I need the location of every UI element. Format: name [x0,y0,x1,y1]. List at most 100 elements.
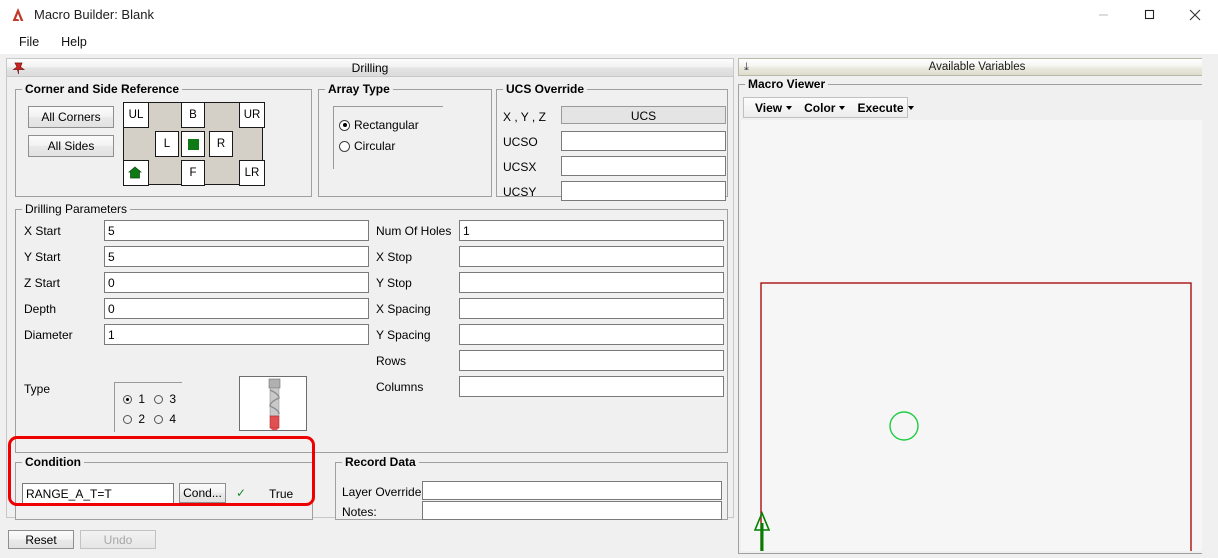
green-check-icon: ✓ [236,486,246,500]
rows-input[interactable] [459,350,724,371]
type-radio-box: 1 3 2 4 [114,382,182,432]
reference-grid: UL B UR L R F LR [123,102,263,185]
ucsx-input[interactable] [561,156,726,176]
ucso-label: UCSO [503,135,538,149]
ucsx-label: UCSX [503,160,536,174]
type-radio-4[interactable]: 4 [154,412,176,426]
x-start-input[interactable] [104,220,369,241]
x-spacing-input[interactable] [459,298,724,319]
ref-cell-front[interactable]: F [181,160,205,186]
condition-button[interactable]: Cond... [179,483,226,503]
diameter-input[interactable] [104,324,369,345]
menu-help[interactable]: Help [50,32,98,52]
type-radio-2[interactable]: 2 [123,412,145,426]
type-radio-4-dot [154,415,163,424]
columns-label: Columns [376,380,423,394]
close-button[interactable] [1172,0,1218,29]
y-start-input[interactable] [104,246,369,267]
type-radio-1-label: 1 [138,392,145,406]
menu-file[interactable]: File [8,32,50,52]
ucsy-input[interactable] [561,181,726,201]
viewport-scroll-gutter[interactable] [1202,58,1216,554]
radio-circular[interactable]: Circular [339,139,395,153]
available-variables-bar[interactable]: ⤓ Available Variables [738,58,1216,76]
y-spacing-label: Y Spacing [376,328,431,342]
type-radio-3[interactable]: 3 [154,392,176,406]
undo-button: Undo [80,530,156,549]
macro-viewer-group: Macro Viewer View Color Execute [738,84,1216,554]
ref-cell-center[interactable] [181,131,205,157]
type-radio-2-label: 2 [138,412,145,426]
depth-input[interactable] [104,298,369,319]
toolbar-execute-menu[interactable]: Execute [851,99,919,117]
depth-label: Depth [24,302,56,316]
corner-and-side-reference-group: Corner and Side Reference All Corners Al… [15,89,312,197]
double-chevron-down-icon[interactable]: ⤓ [744,61,749,73]
x-stop-input[interactable] [459,246,724,267]
num-of-holes-input[interactable] [459,220,724,241]
type-radio-2-dot [123,415,132,424]
record-data-title: Record Data [342,455,419,469]
maximize-button[interactable] [1126,0,1172,29]
type-radio-1[interactable]: 1 [123,392,145,406]
macro-viewer-title: Macro Viewer [745,77,828,91]
toolbar-view-label: View [755,101,782,115]
condition-input[interactable] [22,483,174,505]
cad-viewport[interactable] [741,120,1213,551]
chevron-down-icon [786,106,792,110]
ref-cell-upper-left[interactable]: UL [123,102,149,128]
ref-cell-right[interactable]: R [209,131,233,157]
array-type-title: Array Type [325,82,393,96]
xyz-label: X , Y , Z [503,110,546,124]
pushpin-icon[interactable] [11,61,27,76]
y-start-label: Y Start [24,250,60,264]
reset-button[interactable]: Reset [8,530,74,549]
toolbar-view-menu[interactable]: View [749,99,798,117]
window-controls [1080,0,1218,29]
drilling-parameters-title: Drilling Parameters [22,202,130,216]
z-start-label: Z Start [24,276,60,290]
radio-rectangular[interactable]: Rectangular [339,118,419,132]
type-label: Type [24,382,50,396]
ucso-input[interactable] [561,131,726,151]
available-variables-label: Available Variables [929,61,1026,73]
x-spacing-label: X Spacing [376,302,431,316]
home-icon [128,166,144,180]
y-stop-input[interactable] [459,272,724,293]
condition-title: Condition [22,455,84,469]
type-radio-1-dot [123,395,132,404]
notes-label: Notes: [342,505,377,519]
ucs-override-title: UCS Override [503,82,587,96]
ucs-button[interactable]: UCS [561,106,726,124]
ref-cell-left[interactable]: L [155,131,179,157]
array-type-group: Array Type Rectangular Circular [318,89,492,197]
ref-cell-back[interactable]: B [181,102,205,128]
chevron-down-icon [839,106,845,110]
toolbar-execute-label: Execute [857,101,903,115]
notes-input[interactable] [422,501,722,520]
condition-status: True [269,487,293,501]
type-radio-4-label: 4 [169,412,176,426]
all-corners-button[interactable]: All Corners [28,106,114,128]
all-sides-button[interactable]: All Sides [28,135,114,157]
corner-reference-title: Corner and Side Reference [22,82,182,96]
ref-cell-home[interactable] [123,160,149,186]
title-bar: Macro Builder: Blank [0,0,1218,29]
minimize-button[interactable] [1080,0,1126,29]
toolbar-color-menu[interactable]: Color [798,99,851,117]
ref-cell-lower-right[interactable]: LR [239,160,265,186]
diameter-label: Diameter [24,328,73,342]
ref-cell-upper-right[interactable]: UR [239,102,265,128]
layer-override-input[interactable] [422,481,722,500]
tab-label: Drilling [352,61,389,75]
ucs-override-group: UCS Override X , Y , Z UCS UCSO UCSX UCS… [496,89,728,197]
tab-drilling[interactable]: Drilling [6,58,734,77]
radio-rectangular-label: Rectangular [354,118,419,132]
y-spacing-input[interactable] [459,324,724,345]
window-title: Macro Builder: Blank [34,7,154,22]
toolbar-color-label: Color [804,101,835,115]
condition-group: Condition Cond... ✓ True [15,462,313,520]
type-radio-3-dot [154,395,163,404]
columns-input[interactable] [459,376,724,397]
z-start-input[interactable] [104,272,369,293]
